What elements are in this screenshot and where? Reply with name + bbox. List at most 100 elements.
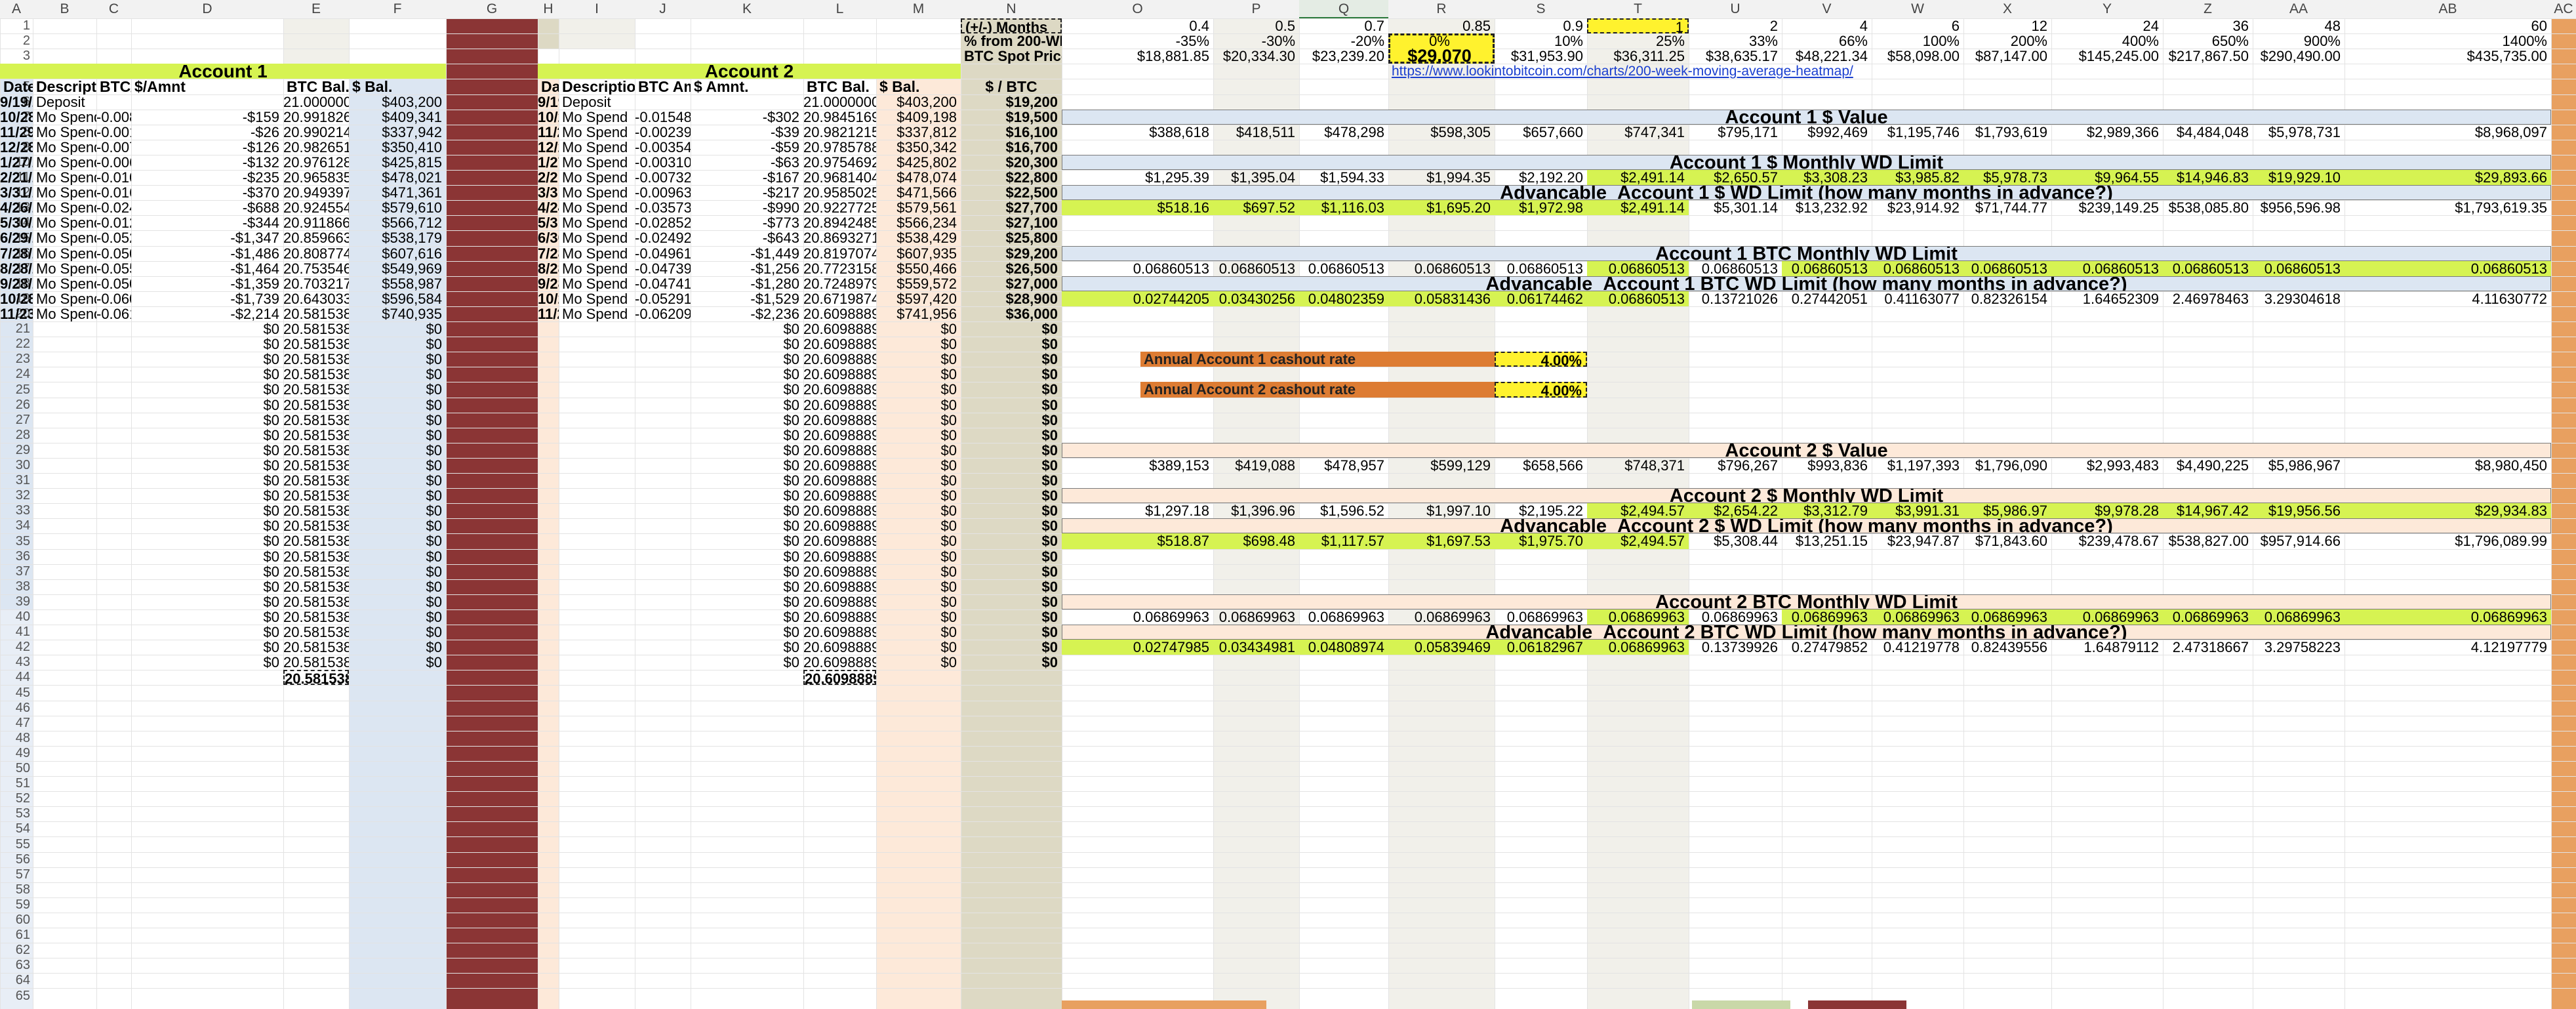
acc1-filler-usd[interactable]: $0 bbox=[349, 443, 446, 458]
row-number[interactable]: 24 bbox=[1, 367, 31, 382]
acc1-row-cell[interactable]: 20.80877479 bbox=[283, 246, 349, 261]
account2-btc-value[interactable]: 0.06869963 bbox=[2253, 609, 2345, 625]
acc2-filler-amount[interactable]: $0 bbox=[691, 625, 803, 640]
column-header-e[interactable]: E bbox=[283, 0, 349, 18]
account1-btcadv-value[interactable]: 0.05831436 bbox=[1388, 291, 1495, 306]
btc-price-value[interactable]: $28,900 bbox=[961, 291, 1062, 306]
acc2-filler-amount[interactable]: $0 bbox=[691, 533, 803, 549]
months-value[interactable]: 1 bbox=[1587, 18, 1689, 33]
account1-btc-value[interactable]: 0.06860513 bbox=[1689, 261, 1782, 276]
btc-price-filler[interactable]: $0 bbox=[961, 428, 1062, 443]
acc1-row-cell[interactable]: -$344 bbox=[131, 215, 283, 230]
acc2-filler-balance[interactable]: 20.60988895 bbox=[803, 367, 876, 382]
acc1-filler-amount[interactable]: $0 bbox=[131, 609, 283, 625]
column-header-v[interactable]: V bbox=[1782, 0, 1872, 18]
acc2-filler-amount[interactable]: $0 bbox=[691, 398, 803, 413]
acc1-filler-amount[interactable]: $0 bbox=[131, 488, 283, 503]
acc1-row-cell[interactable]: Mo Spend bbox=[33, 110, 96, 125]
months-value[interactable]: 0.4 bbox=[1062, 18, 1213, 33]
months-value[interactable]: 24 bbox=[2051, 18, 2163, 33]
column-header-aa[interactable]: AA bbox=[2253, 0, 2345, 18]
acc1-row-cell[interactable]: -$1,347 bbox=[131, 230, 283, 246]
btc-price-filler[interactable]: $0 bbox=[961, 533, 1062, 549]
account1-adv-value[interactable]: $1,116.03 bbox=[1299, 200, 1388, 215]
spot-price-value[interactable]: $31,953.90 bbox=[1495, 49, 1587, 64]
acc2-row-cell[interactable]: 7/28/23 bbox=[538, 246, 559, 261]
acc1-row-cell[interactable]: -$688 bbox=[131, 200, 283, 215]
acc1-filler-balance[interactable]: 20.58153862 bbox=[283, 518, 349, 533]
acc1-row-cell[interactable]: $337,942 bbox=[349, 125, 446, 140]
acc1-row-cell[interactable]: $549,969 bbox=[349, 261, 446, 276]
spot-price-value[interactable]: $145,245.00 bbox=[2051, 49, 2163, 64]
acc2-filler-usd[interactable]: $0 bbox=[876, 518, 961, 533]
account2-btcadv-value[interactable]: 0.06182967 bbox=[1495, 640, 1587, 655]
acc2-row-cell[interactable]: $425,802 bbox=[876, 155, 961, 170]
account2-btcadv-value[interactable]: 0.13739926 bbox=[1689, 640, 1782, 655]
acc2-filler-amount[interactable]: $0 bbox=[691, 609, 803, 625]
account1-value[interactable]: $1,195,746 bbox=[1872, 125, 1963, 140]
column-header-q[interactable]: Q bbox=[1299, 0, 1388, 18]
row-number[interactable]: 61 bbox=[1, 928, 31, 943]
row-number[interactable]: 21 bbox=[1, 321, 31, 337]
acc1-header[interactable]: Descriptio bbox=[33, 79, 96, 94]
acc1-row-cell[interactable]: -0.01029267 bbox=[96, 170, 131, 185]
btc-price-filler[interactable]: $0 bbox=[961, 564, 1062, 579]
account1-adv-title[interactable]: Advancable_Account 1 $ WD Limit (how man… bbox=[1062, 185, 2551, 200]
account2-wd-value[interactable]: $1,596.52 bbox=[1299, 503, 1388, 518]
column-header-g[interactable]: G bbox=[446, 0, 538, 18]
months-value[interactable]: 6 bbox=[1872, 18, 1963, 33]
account1-wd-value[interactable]: $3,308.23 bbox=[1782, 170, 1872, 185]
acc2-row-cell[interactable]: 4/24/23 bbox=[538, 200, 559, 215]
account1-value[interactable]: $657,660 bbox=[1495, 125, 1587, 140]
account2-btc-value[interactable]: 0.06869963 bbox=[1213, 609, 1299, 625]
account2-adv-title[interactable]: Advancable_Account 2 $ WD Limit (how man… bbox=[1062, 518, 2551, 533]
acc1-row-cell[interactable]: 9/28/23 bbox=[0, 276, 33, 291]
pct-value[interactable]: 66% bbox=[1782, 33, 1872, 49]
acc2-filler-amount[interactable]: $0 bbox=[691, 458, 803, 473]
account2-wd-value[interactable]: $5,986.97 bbox=[1963, 503, 2051, 518]
account1-value[interactable]: $992,469 bbox=[1782, 125, 1872, 140]
acc1-filler-amount[interactable]: $0 bbox=[131, 398, 283, 413]
row-number[interactable]: 60 bbox=[1, 913, 31, 928]
acc2-filler-usd[interactable]: $0 bbox=[876, 640, 961, 655]
acc2-row-cell[interactable]: $409,198 bbox=[876, 110, 961, 125]
acc1-filler-balance[interactable]: 20.58153862 bbox=[283, 579, 349, 594]
acc2-row-cell[interactable]: 10/28/23 bbox=[538, 291, 559, 306]
acc2-filler-balance[interactable]: 20.60988895 bbox=[803, 640, 876, 655]
acc1-row-cell[interactable]: 20.70321762 bbox=[283, 276, 349, 291]
acc2-row-cell[interactable]: -$643 bbox=[691, 230, 803, 246]
acc2-filler-balance[interactable]: 20.60988895 bbox=[803, 533, 876, 549]
acc2-row-cell[interactable]: 20.95850256 bbox=[803, 185, 876, 200]
acc2-row-cell[interactable]: -0.02492139 bbox=[635, 230, 691, 246]
acc1-row-cell[interactable]: -0.02484327 bbox=[96, 200, 131, 215]
acc1-filler-usd[interactable]: $0 bbox=[349, 655, 446, 670]
acc1-row-cell[interactable]: Mo Spend bbox=[33, 155, 96, 170]
acc1-row-cell[interactable]: Mo Spend bbox=[33, 276, 96, 291]
column-header-o[interactable]: O bbox=[1062, 0, 1213, 18]
acc1-filler-usd[interactable]: $0 bbox=[349, 367, 446, 382]
acc2-row-cell[interactable]: Mo Spend bbox=[559, 110, 635, 125]
acc2-filler-amount[interactable]: $0 bbox=[691, 382, 803, 398]
acc1-filler-usd[interactable]: $0 bbox=[349, 640, 446, 655]
acc2-filler-balance[interactable]: 20.60988895 bbox=[803, 443, 876, 458]
acc2-filler-usd[interactable]: $0 bbox=[876, 458, 961, 473]
acc1-filler-amount[interactable]: $0 bbox=[131, 458, 283, 473]
row-number[interactable]: 44 bbox=[1, 670, 31, 685]
acc1-filler-usd[interactable]: $0 bbox=[349, 518, 446, 533]
row-number[interactable]: 52 bbox=[1, 791, 31, 806]
account2-btc-value[interactable]: 0.06869963 bbox=[1782, 609, 1872, 625]
btc-price-filler[interactable]: $0 bbox=[961, 473, 1062, 488]
acc2-row-cell[interactable]: 12/28/22 bbox=[538, 140, 559, 155]
account1-btcadv-value[interactable]: 0.04802359 bbox=[1299, 291, 1388, 306]
acc1-header[interactable]: Date bbox=[0, 79, 33, 94]
column-header-y[interactable]: Y bbox=[2051, 0, 2163, 18]
acc2-filler-usd[interactable]: $0 bbox=[876, 352, 961, 367]
acc1-filler-balance[interactable]: 20.58153862 bbox=[283, 458, 349, 473]
btc-price-filler[interactable]: $0 bbox=[961, 488, 1062, 503]
acc2-row-cell[interactable]: Mo Spend bbox=[559, 185, 635, 200]
account1-btcadv-value[interactable]: 0.27442051 bbox=[1782, 291, 1872, 306]
account1-btc-value[interactable]: 0.06860513 bbox=[1495, 261, 1587, 276]
acc2-row-cell[interactable]: -$39 bbox=[691, 125, 803, 140]
account2-wd-value[interactable]: $1,997.10 bbox=[1388, 503, 1495, 518]
acc1-filler-balance[interactable]: 20.58153862 bbox=[283, 443, 349, 458]
